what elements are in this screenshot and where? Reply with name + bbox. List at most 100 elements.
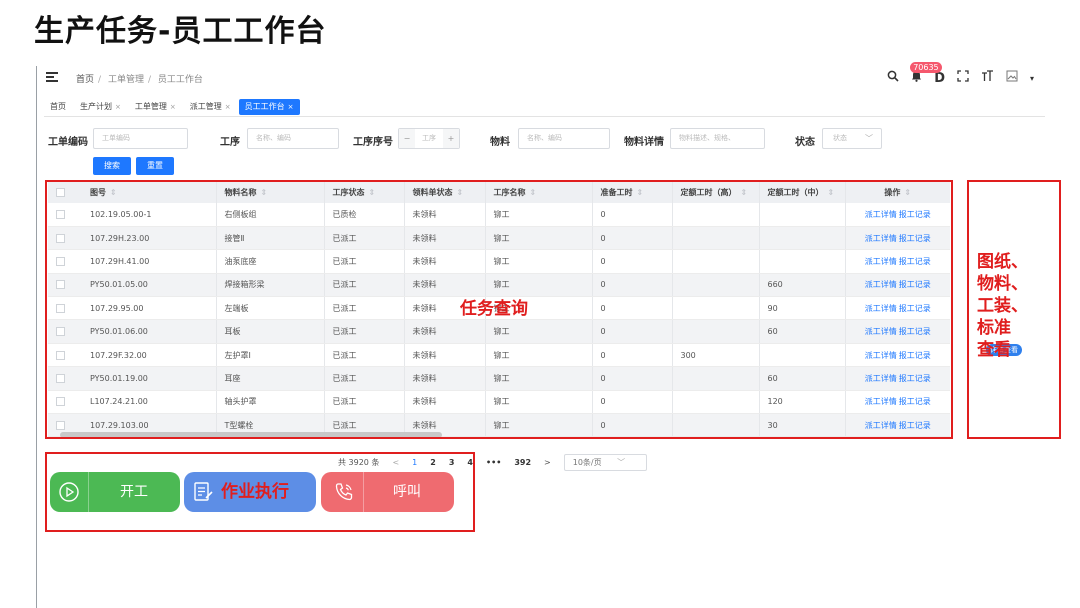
row-checkbox[interactable] [56, 209, 65, 219]
row-select-cell[interactable] [48, 226, 82, 251]
page-3[interactable]: 3 [449, 458, 455, 467]
close-icon[interactable]: × [170, 103, 176, 111]
dispatch-detail-link[interactable]: 派工详情 [865, 280, 897, 289]
table-row[interactable]: 102.19.05.00-1 右侧板组 已质检 未领料 铆工 0 派工详情 报工记录 [48, 203, 950, 227]
status-select[interactable]: 状态 ﹀ [822, 128, 882, 149]
start-work-button[interactable]: 开工 [50, 472, 180, 512]
row-checkbox[interactable] [56, 350, 65, 360]
table-row[interactable]: 107.29F.32.00 左护罩Ⅰ 已派工 未领料 铆工 0 300 派工详情 报工记录 [48, 343, 950, 368]
row-select-cell[interactable] [48, 390, 82, 415]
dispatch-detail-link[interactable]: 派工详情 [865, 351, 897, 360]
close-icon[interactable]: × [288, 103, 294, 111]
table-row[interactable]: 107.29H.23.00 接管Ⅱ 已派工 未领料 铆工 0 派工详情 报工记录 [48, 226, 950, 251]
select-all-cell[interactable] [48, 182, 82, 203]
tab-production-plan[interactable]: 生产计划 × [74, 99, 127, 115]
row-checkbox[interactable] [56, 280, 65, 290]
report-record-link[interactable]: 报工记录 [899, 421, 931, 430]
page-392[interactable]: 392 [514, 458, 531, 467]
row-select-cell[interactable] [48, 249, 82, 274]
breadcrumb-home[interactable]: 首页 [76, 75, 94, 85]
process-seq-value[interactable]: 工序 [415, 129, 443, 148]
close-icon[interactable]: × [225, 103, 231, 111]
fullscreen-icon[interactable] [957, 70, 969, 86]
process-input[interactable]: 名称、编码 [247, 128, 339, 149]
plus-button[interactable]: + [443, 129, 459, 148]
caret-down-icon[interactable]: ▾ [1030, 74, 1034, 83]
row-checkbox[interactable] [56, 327, 65, 337]
page-1[interactable]: 1 [412, 458, 417, 467]
search-button[interactable]: 搜索 [93, 157, 131, 175]
reset-button[interactable]: 重置 [136, 157, 174, 175]
tab-employee-workbench[interactable]: 员工工作台 × [238, 99, 300, 115]
report-record-link[interactable]: 报工记录 [899, 327, 931, 336]
image-avatar-icon[interactable] [1006, 70, 1018, 86]
row-checkbox[interactable] [56, 233, 65, 243]
dispatch-detail-link[interactable]: 派工详情 [865, 210, 897, 219]
table-row[interactable]: PY50.01.06.00 耳板 已派工 未领料 铆工 0 60 派工详情 报工记录 [48, 319, 950, 344]
report-record-link[interactable]: 报工记录 [899, 210, 931, 219]
column-header[interactable]: 图号 ⇕ [82, 182, 217, 203]
tab-home[interactable]: 首页 [44, 99, 72, 115]
tab-order-mgmt[interactable]: 工单管理 × [129, 99, 182, 115]
horizontal-scrollbar[interactable] [60, 432, 442, 438]
dispatch-detail-link[interactable]: 派工详情 [865, 234, 897, 243]
minus-button[interactable]: − [399, 129, 415, 148]
row-select-cell[interactable] [48, 366, 82, 391]
page-2[interactable]: 2 [430, 458, 436, 467]
report-record-link[interactable]: 报工记录 [899, 257, 931, 266]
close-icon[interactable]: × [115, 103, 121, 111]
dispatch-detail-link[interactable]: 派工详情 [865, 257, 897, 266]
row-checkbox[interactable] [56, 303, 65, 313]
report-record-link[interactable]: 报工记录 [899, 304, 931, 313]
search-icon[interactable] [887, 70, 899, 86]
row-select-cell[interactable] [48, 203, 82, 227]
page-4[interactable]: 4 [467, 458, 473, 467]
material-detail-input[interactable]: 物料描述、规格、 [670, 128, 765, 149]
notification-bell[interactable]: 70635 [910, 62, 942, 86]
page-ellipsis[interactable]: ••• [486, 458, 501, 467]
dispatch-detail-link[interactable]: 派工详情 [865, 304, 897, 313]
report-record-link[interactable]: 报工记录 [899, 374, 931, 383]
row-select-cell[interactable] [48, 273, 82, 298]
call-button[interactable]: 呼叫 [321, 472, 454, 512]
column-header[interactable]: 物料名称 ⇕ [216, 182, 325, 203]
order-code-input[interactable]: 工单编码 [93, 128, 188, 149]
next-page-button[interactable]: > [544, 458, 551, 467]
column-header[interactable]: 定额工时（中） ⇕ [759, 182, 846, 203]
dispatch-detail-link[interactable]: 派工详情 [865, 374, 897, 383]
dispatch-detail-link[interactable]: 派工详情 [865, 397, 897, 406]
report-record-link[interactable]: 报工记录 [899, 280, 931, 289]
table-row[interactable]: L107.24.21.00 轴头护罩 已派工 未领料 铆工 0 120 派工详情 报工记录 [48, 390, 950, 415]
report-record-link[interactable]: 报工记录 [899, 234, 931, 243]
breadcrumb-order-mgmt[interactable]: 工单管理 [108, 75, 144, 85]
column-header[interactable]: 工序名称 ⇕ [485, 182, 593, 203]
column-header[interactable]: 准备工时 ⇕ [592, 182, 673, 203]
report-record-link[interactable]: 报工记录 [899, 351, 931, 360]
row-select-cell[interactable] [48, 319, 82, 344]
material-input[interactable]: 名称、编码 [518, 128, 610, 149]
column-header[interactable]: 操作 ⇕ [845, 182, 950, 203]
report-record-link[interactable]: 报工记录 [899, 397, 931, 406]
dispatch-detail-link[interactable]: 派工详情 [865, 327, 897, 336]
table-row[interactable]: PY50.01.19.00 耳座 已派工 未领料 铆工 0 60 派工详情 报工记录 [48, 366, 950, 391]
row-checkbox[interactable] [56, 256, 65, 266]
table-cell: 铆工 [485, 319, 593, 344]
column-header[interactable]: 工序状态 ⇕ [324, 182, 405, 203]
dispatch-detail-link[interactable]: 派工详情 [865, 421, 897, 430]
menu-toggle-icon[interactable] [46, 72, 58, 84]
row-checkbox[interactable] [56, 397, 65, 407]
row-select-cell[interactable] [48, 343, 82, 368]
row-checkbox[interactable] [56, 420, 65, 430]
table-row[interactable]: PY50.01.05.00 焊接箱形梁 已派工 未领料 铆工 0 660 派工详情 报工记录 [48, 273, 950, 298]
select-all-checkbox[interactable] [56, 188, 65, 197]
prev-page-button[interactable]: < [392, 458, 399, 467]
column-header[interactable]: 领料单状态 ⇕ [404, 182, 486, 203]
page-size-select[interactable]: 10条/页 ﹀ [563, 453, 648, 471]
font-size-icon[interactable] [981, 70, 994, 86]
column-header[interactable]: 定额工时（高） ⇕ [672, 182, 760, 203]
row-checkbox[interactable] [56, 373, 65, 383]
table-row[interactable]: 107.29H.41.00 油泵底座 已派工 未领料 铆工 0 派工详情 报工记录 [48, 249, 950, 274]
tab-dispatch-mgmt[interactable]: 派工管理 × [184, 99, 237, 115]
process-seq-stepper[interactable]: − 工序 + [398, 128, 460, 149]
row-select-cell[interactable] [48, 296, 82, 321]
